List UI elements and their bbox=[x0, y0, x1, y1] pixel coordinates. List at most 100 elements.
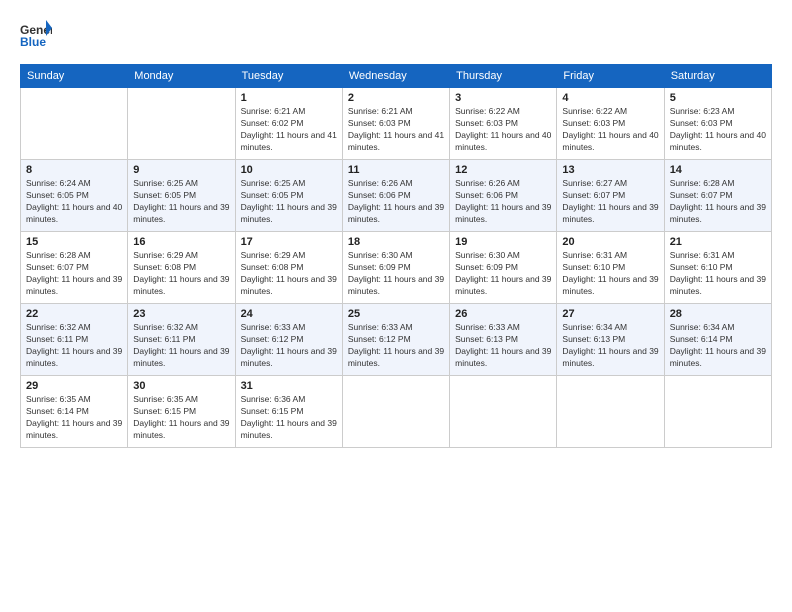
day-number: 26 bbox=[455, 308, 551, 320]
calendar-cell: 12 Sunrise: 6:26 AMSunset: 6:06 PMDayligh… bbox=[450, 160, 557, 232]
day-number: 19 bbox=[455, 236, 551, 248]
day-info: Sunrise: 6:35 AMSunset: 6:14 PMDaylight:… bbox=[26, 394, 122, 442]
day-info: Sunrise: 6:25 AMSunset: 6:05 PMDaylight:… bbox=[133, 178, 229, 226]
day-info: Sunrise: 6:30 AMSunset: 6:09 PMDaylight:… bbox=[455, 250, 551, 298]
day-number: 23 bbox=[133, 308, 229, 320]
col-header-monday: Monday bbox=[128, 65, 235, 88]
calendar-cell: 5 Sunrise: 6:23 AMSunset: 6:03 PMDaylight… bbox=[664, 88, 771, 160]
calendar-cell: 29 Sunrise: 6:35 AMSunset: 6:14 PMDayligh… bbox=[21, 376, 128, 448]
day-info: Sunrise: 6:33 AMSunset: 6:12 PMDaylight:… bbox=[241, 322, 337, 370]
day-number: 31 bbox=[241, 380, 337, 392]
day-number: 29 bbox=[26, 380, 122, 392]
col-header-sunday: Sunday bbox=[21, 65, 128, 88]
day-info: Sunrise: 6:32 AMSunset: 6:11 PMDaylight:… bbox=[133, 322, 229, 370]
day-info: Sunrise: 6:31 AMSunset: 6:10 PMDaylight:… bbox=[562, 250, 658, 298]
calendar-cell: 20 Sunrise: 6:31 AMSunset: 6:10 PMDayligh… bbox=[557, 232, 664, 304]
calendar-cell: 3Sunrise: 6:22 AMSunset: 6:03 PMDaylight… bbox=[450, 88, 557, 160]
day-info: Sunrise: 6:34 AMSunset: 6:14 PMDaylight:… bbox=[670, 322, 766, 370]
day-info: Sunrise: 6:35 AMSunset: 6:15 PMDaylight:… bbox=[133, 394, 229, 442]
day-number: 25 bbox=[348, 308, 444, 320]
calendar-week-3: 22 Sunrise: 6:32 AMSunset: 6:11 PMDayligh… bbox=[21, 304, 772, 376]
day-number: 8 bbox=[26, 164, 122, 176]
calendar-cell: 23 Sunrise: 6:32 AMSunset: 6:11 PMDayligh… bbox=[128, 304, 235, 376]
day-number: 20 bbox=[562, 236, 658, 248]
calendar-table: SundayMondayTuesdayWednesdayThursdayFrid… bbox=[20, 64, 772, 448]
calendar-cell: 22 Sunrise: 6:32 AMSunset: 6:11 PMDayligh… bbox=[21, 304, 128, 376]
day-info: Sunrise: 6:28 AMSunset: 6:07 PMDaylight:… bbox=[26, 250, 122, 298]
day-number: 17 bbox=[241, 236, 337, 248]
day-number: 3 bbox=[455, 92, 551, 104]
calendar-cell: 24 Sunrise: 6:33 AMSunset: 6:12 PMDayligh… bbox=[235, 304, 342, 376]
calendar-cell: 13Sunrise: 6:27 AMSunset: 6:07 PMDayligh… bbox=[557, 160, 664, 232]
calendar-cell: 27 Sunrise: 6:34 AMSunset: 6:13 PMDayligh… bbox=[557, 304, 664, 376]
calendar-week-2: 15Sunrise: 6:28 AMSunset: 6:07 PMDayligh… bbox=[21, 232, 772, 304]
calendar-cell: 14 Sunrise: 6:28 AMSunset: 6:07 PMDayligh… bbox=[664, 160, 771, 232]
calendar-header-row: SundayMondayTuesdayWednesdayThursdayFrid… bbox=[21, 65, 772, 88]
calendar-cell: 15Sunrise: 6:28 AMSunset: 6:07 PMDayligh… bbox=[21, 232, 128, 304]
calendar-cell: 8 Sunrise: 6:24 AMSunset: 6:05 PMDaylight… bbox=[21, 160, 128, 232]
header: General Blue bbox=[20, 18, 772, 54]
calendar-cell: 11Sunrise: 6:26 AMSunset: 6:06 PMDayligh… bbox=[342, 160, 449, 232]
day-number: 30 bbox=[133, 380, 229, 392]
day-number: 5 bbox=[670, 92, 766, 104]
calendar-week-1: 8 Sunrise: 6:24 AMSunset: 6:05 PMDaylight… bbox=[21, 160, 772, 232]
day-info: Sunrise: 6:36 AMSunset: 6:15 PMDaylight:… bbox=[241, 394, 337, 442]
calendar-cell: 31 Sunrise: 6:36 AMSunset: 6:15 PMDayligh… bbox=[235, 376, 342, 448]
day-number: 27 bbox=[562, 308, 658, 320]
day-info: Sunrise: 6:24 AMSunset: 6:05 PMDaylight:… bbox=[26, 178, 122, 226]
calendar-cell: 17 Sunrise: 6:29 AMSunset: 6:08 PMDayligh… bbox=[235, 232, 342, 304]
col-header-friday: Friday bbox=[557, 65, 664, 88]
calendar-cell: 16 Sunrise: 6:29 AMSunset: 6:08 PMDayligh… bbox=[128, 232, 235, 304]
col-header-saturday: Saturday bbox=[664, 65, 771, 88]
logo: General Blue bbox=[20, 18, 52, 54]
day-info: Sunrise: 6:26 AMSunset: 6:06 PMDaylight:… bbox=[348, 178, 444, 226]
day-number: 21 bbox=[670, 236, 766, 248]
day-number: 14 bbox=[670, 164, 766, 176]
day-info: Sunrise: 6:29 AMSunset: 6:08 PMDaylight:… bbox=[133, 250, 229, 298]
calendar-cell: 21 Sunrise: 6:31 AMSunset: 6:10 PMDayligh… bbox=[664, 232, 771, 304]
day-number: 18 bbox=[348, 236, 444, 248]
day-info: Sunrise: 6:31 AMSunset: 6:10 PMDaylight:… bbox=[670, 250, 766, 298]
logo-container: General Blue bbox=[20, 18, 52, 54]
day-info: Sunrise: 6:34 AMSunset: 6:13 PMDaylight:… bbox=[562, 322, 658, 370]
day-info: Sunrise: 6:26 AMSunset: 6:06 PMDaylight:… bbox=[455, 178, 551, 226]
day-number: 24 bbox=[241, 308, 337, 320]
day-info: Sunrise: 6:33 AMSunset: 6:12 PMDaylight:… bbox=[348, 322, 444, 370]
svg-text:Blue: Blue bbox=[20, 35, 46, 49]
col-header-thursday: Thursday bbox=[450, 65, 557, 88]
day-number: 2 bbox=[348, 92, 444, 104]
calendar-cell bbox=[342, 376, 449, 448]
calendar-cell: 10 Sunrise: 6:25 AMSunset: 6:05 PMDayligh… bbox=[235, 160, 342, 232]
col-header-wednesday: Wednesday bbox=[342, 65, 449, 88]
calendar-cell: 26 Sunrise: 6:33 AMSunset: 6:13 PMDayligh… bbox=[450, 304, 557, 376]
day-number: 13 bbox=[562, 164, 658, 176]
day-info: Sunrise: 6:25 AMSunset: 6:05 PMDaylight:… bbox=[241, 178, 337, 226]
calendar-cell: 19 Sunrise: 6:30 AMSunset: 6:09 PMDayligh… bbox=[450, 232, 557, 304]
calendar-cell bbox=[664, 376, 771, 448]
day-number: 16 bbox=[133, 236, 229, 248]
col-header-tuesday: Tuesday bbox=[235, 65, 342, 88]
calendar-cell: 30 Sunrise: 6:35 AMSunset: 6:15 PMDayligh… bbox=[128, 376, 235, 448]
day-number: 9 bbox=[133, 164, 229, 176]
calendar-cell bbox=[128, 88, 235, 160]
day-number: 22 bbox=[26, 308, 122, 320]
day-info: Sunrise: 6:33 AMSunset: 6:13 PMDaylight:… bbox=[455, 322, 551, 370]
calendar-cell: 2 Sunrise: 6:21 AMSunset: 6:03 PMDaylight… bbox=[342, 88, 449, 160]
day-info: Sunrise: 6:30 AMSunset: 6:09 PMDaylight:… bbox=[348, 250, 444, 298]
day-number: 10 bbox=[241, 164, 337, 176]
calendar-cell bbox=[450, 376, 557, 448]
calendar-week-4: 29 Sunrise: 6:35 AMSunset: 6:14 PMDayligh… bbox=[21, 376, 772, 448]
day-info: Sunrise: 6:21 AMSunset: 6:03 PMDaylight:… bbox=[348, 106, 444, 154]
day-number: 12 bbox=[455, 164, 551, 176]
calendar-cell: 18 Sunrise: 6:30 AMSunset: 6:09 PMDayligh… bbox=[342, 232, 449, 304]
day-info: Sunrise: 6:28 AMSunset: 6:07 PMDaylight:… bbox=[670, 178, 766, 226]
calendar-cell: 9 Sunrise: 6:25 AMSunset: 6:05 PMDaylight… bbox=[128, 160, 235, 232]
calendar-cell: 4Sunrise: 6:22 AMSunset: 6:03 PMDaylight… bbox=[557, 88, 664, 160]
day-number: 4 bbox=[562, 92, 658, 104]
calendar-cell: 28Sunrise: 6:34 AMSunset: 6:14 PMDayligh… bbox=[664, 304, 771, 376]
day-number: 1 bbox=[241, 92, 337, 104]
calendar-cell bbox=[21, 88, 128, 160]
day-info: Sunrise: 6:23 AMSunset: 6:03 PMDaylight:… bbox=[670, 106, 766, 154]
day-info: Sunrise: 6:29 AMSunset: 6:08 PMDaylight:… bbox=[241, 250, 337, 298]
day-info: Sunrise: 6:32 AMSunset: 6:11 PMDaylight:… bbox=[26, 322, 122, 370]
